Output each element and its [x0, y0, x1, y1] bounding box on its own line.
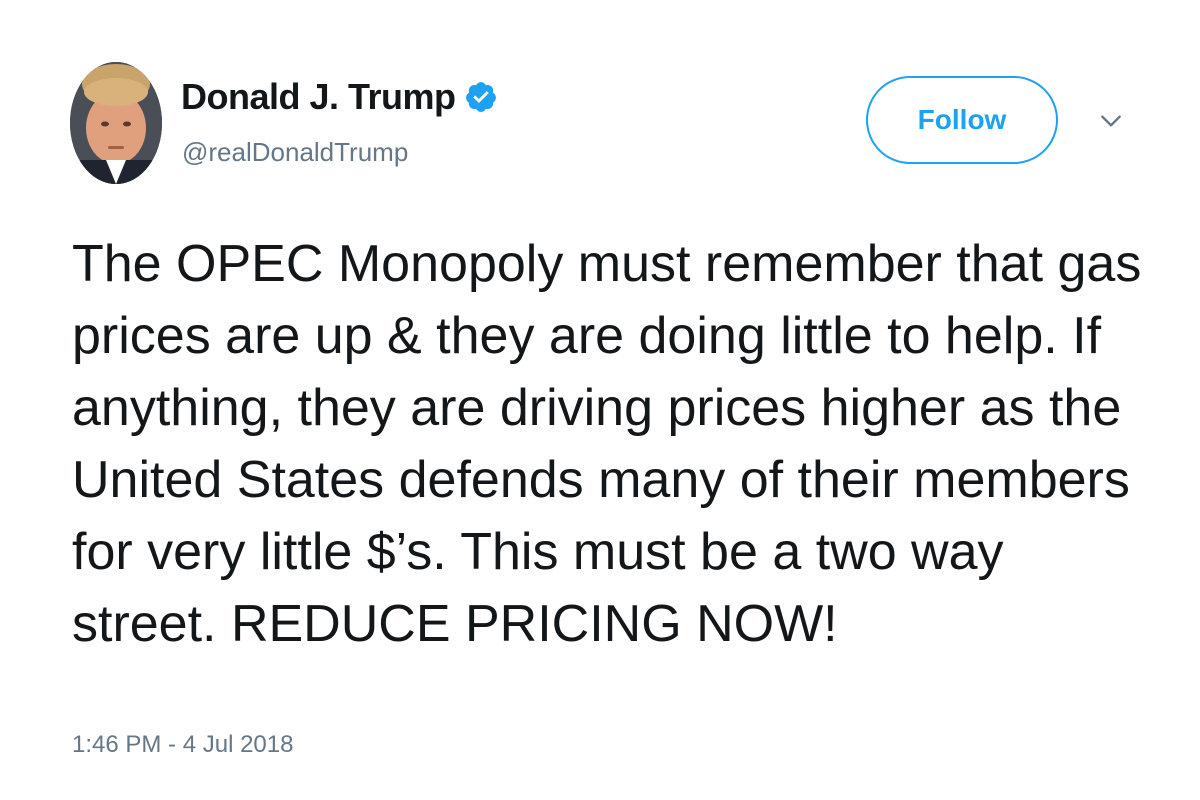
author-display-name[interactable]: Donald J. Trump — [181, 76, 456, 118]
follow-button[interactable]: Follow — [866, 76, 1058, 164]
author-handle[interactable]: @realDonaldTrump — [182, 137, 408, 168]
tweet-card: Donald J. Trump @realDonaldTrump Follow … — [0, 0, 1200, 800]
tweet-text-line: anything, they are driving prices higher… — [72, 379, 1122, 437]
verified-badge-icon — [464, 80, 498, 114]
author-name-row: Donald J. Trump — [181, 76, 498, 118]
chevron-down-icon[interactable] — [1098, 108, 1124, 134]
tweet-text-line: prices are up & they are doing little to… — [72, 307, 1102, 365]
tweet-text-line: for very little $’s. This must be a two … — [72, 523, 1004, 581]
tweet-text-line: street. REDUCE PRICING NOW! — [72, 595, 838, 653]
tweet-text: The OPEC Monopoly must remember that gas… — [72, 228, 1152, 660]
tweet-text-line: The OPEC Monopoly must remember that gas — [72, 235, 1142, 293]
tweet-text-line: United States defends many of their memb… — [72, 451, 1130, 509]
avatar-image — [70, 62, 162, 184]
tweet-timestamp[interactable]: 1:46 PM - 4 Jul 2018 — [72, 731, 293, 759]
avatar[interactable] — [70, 62, 162, 184]
